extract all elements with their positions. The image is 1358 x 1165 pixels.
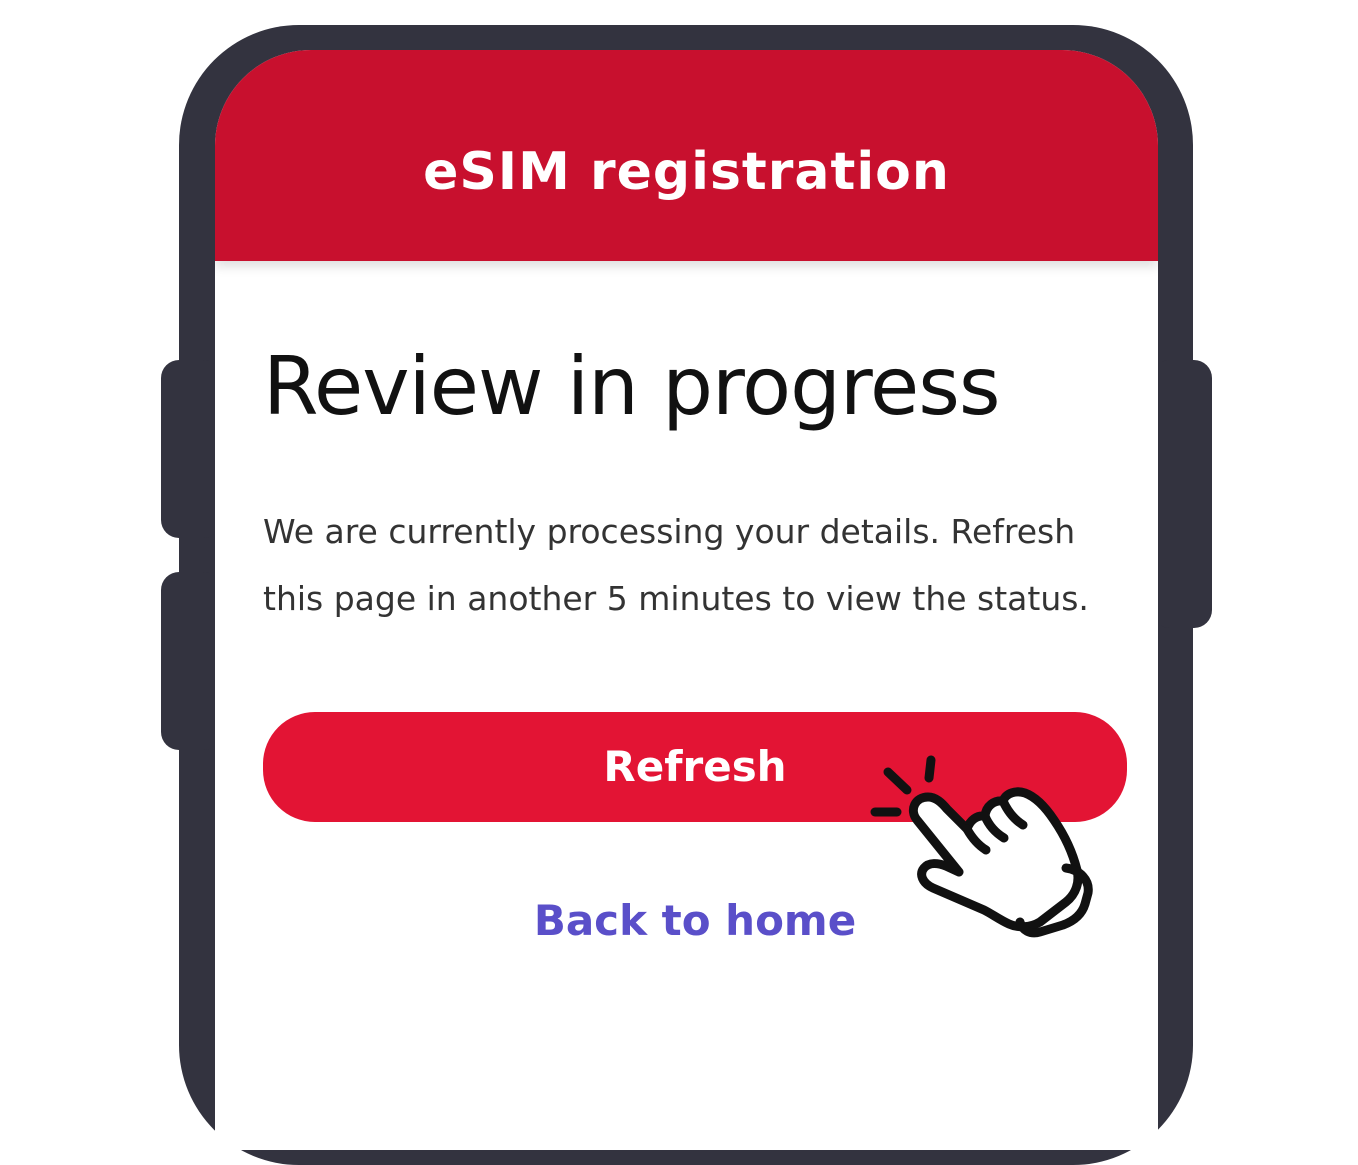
phone-volume-down-button: [161, 572, 221, 750]
phone-volume-up-button: [161, 360, 221, 538]
phone-power-button: [1152, 360, 1212, 628]
app-title: eSIM registration: [423, 142, 950, 202]
app-header: eSIM registration: [215, 50, 1158, 261]
phone-screen: eSIM registration Review in progress We …: [215, 50, 1158, 1150]
status-description: We are currently processing your details…: [263, 512, 1089, 618]
hand-pointer-click-icon: [870, 755, 1093, 938]
page-heading: Review in progress: [263, 340, 1001, 433]
